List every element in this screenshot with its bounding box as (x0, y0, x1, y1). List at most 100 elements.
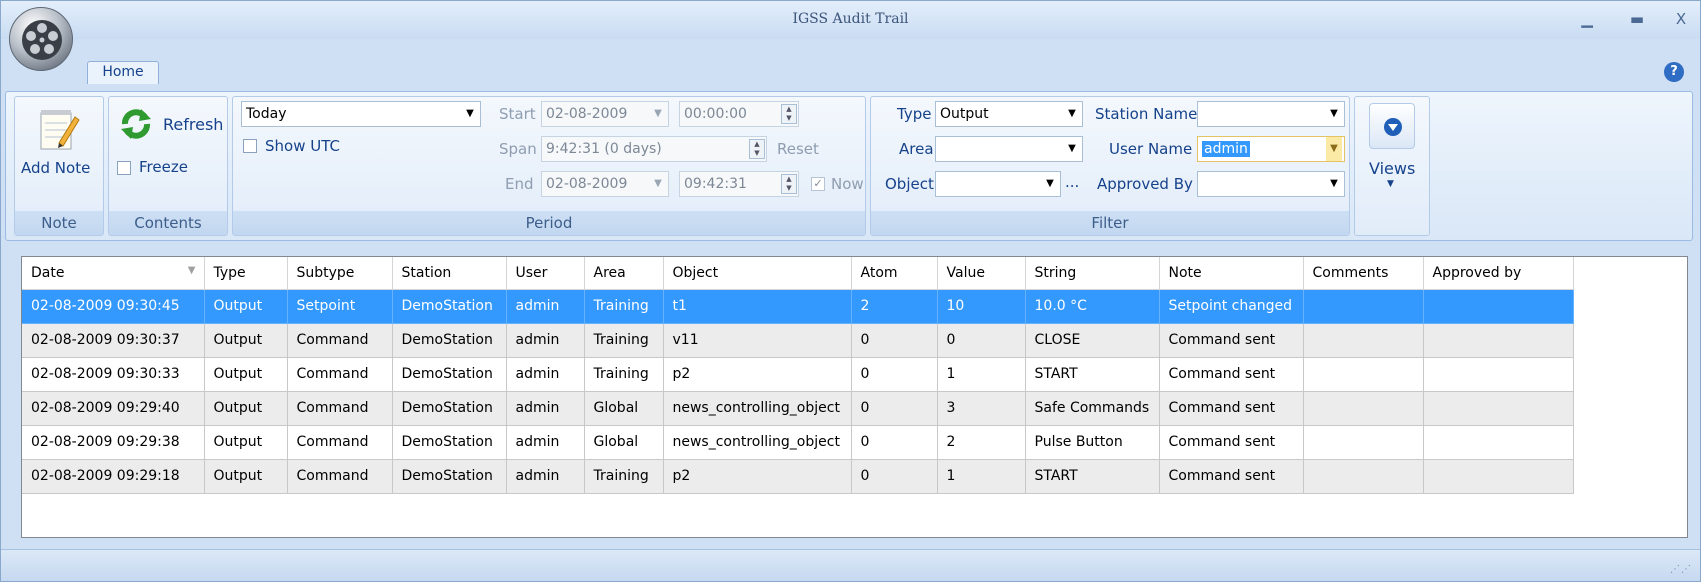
station-name-select[interactable]: ▼ (1197, 101, 1345, 127)
table-cell: Command sent (1159, 323, 1304, 358)
table-cell: 1 (937, 459, 1026, 494)
type-select-value: Output (940, 106, 989, 122)
area-label: Area (899, 140, 934, 158)
table-cell: admin (506, 289, 585, 324)
type-select[interactable]: Output ▼ (935, 101, 1083, 127)
range-select[interactable]: Today ▼ (241, 101, 481, 127)
column-header-date[interactable]: Date ▼ (22, 257, 205, 290)
table-cell: 10.0 °C (1025, 289, 1160, 324)
table-cell: Command sent (1159, 459, 1304, 494)
show-utc-checkbox[interactable] (243, 139, 257, 153)
table-cell: admin (506, 391, 585, 426)
start-date-value: 02-08-2009 (546, 106, 628, 122)
views-button[interactable]: Views ▼ (1354, 96, 1430, 236)
chevron-down-icon: ▼ (654, 178, 662, 189)
span-field[interactable]: 9:42:31 (0 days) ▲ ▼ (541, 136, 767, 162)
table-cell (1423, 357, 1574, 392)
tab-home[interactable]: Home (87, 61, 159, 84)
refresh-button[interactable]: Refresh (115, 105, 225, 145)
table-cell: Output (204, 323, 288, 358)
table-cell: Global (584, 425, 664, 460)
sort-descending-icon: ▼ (187, 264, 196, 276)
area-select[interactable]: ▼ (935, 136, 1083, 162)
app-menu-button[interactable] (9, 7, 73, 71)
table-cell (1423, 323, 1574, 358)
table-row[interactable]: 02-08-2009 09:30:33 Output Command DemoStat… (22, 357, 1574, 392)
group-period-caption: Period (233, 211, 865, 235)
table-cell: Global (584, 391, 664, 426)
approved-by-label: Approved By (1097, 175, 1193, 193)
chevron-down-icon: ▼ (1326, 137, 1342, 161)
views-label: Views (1369, 159, 1416, 178)
end-date-field[interactable]: 02-08-2009 ▼ (541, 171, 669, 197)
table-cell: Command sent (1159, 391, 1304, 426)
table-cell: 02-08-2009 09:29:38 (22, 425, 205, 460)
range-select-value: Today (246, 106, 287, 122)
table-cell: 0 (851, 357, 938, 392)
minimize-button[interactable]: ▁ (1567, 7, 1607, 31)
column-header-user[interactable]: User (506, 257, 585, 290)
table-row[interactable]: 02-08-2009 09:29:18 Output Command DemoStat… (22, 459, 1574, 494)
chevron-down-icon: ▼ (1330, 178, 1338, 189)
chevron-down-icon: ▼ (654, 108, 662, 119)
user-name-select[interactable]: admin ▼ (1197, 136, 1345, 162)
table-cell: Command (287, 425, 393, 460)
status-bar: ⋰⋰ (1, 549, 1700, 581)
table-cell: CLOSE (1025, 323, 1160, 358)
column-header-comments[interactable]: Comments (1303, 257, 1424, 290)
maximize-button[interactable]: ▬ (1617, 7, 1657, 31)
refresh-label: Refresh (163, 115, 224, 134)
table-cell: t1 (663, 289, 852, 324)
resize-grip-icon[interactable]: ⋰⋰ (1670, 564, 1692, 575)
table-cell: Output (204, 391, 288, 426)
column-header-station[interactable]: Station (392, 257, 507, 290)
table-cell: 0 (851, 323, 938, 358)
table-row[interactable]: 02-08-2009 09:29:38 Output Command DemoStat… (22, 425, 1574, 460)
object-select[interactable]: ▼ (935, 171, 1061, 197)
close-button[interactable]: X (1661, 7, 1701, 31)
end-time-field[interactable]: 09:42:31 ▲ ▼ (679, 171, 799, 197)
table-cell: 02-08-2009 09:30:45 (22, 289, 205, 324)
column-header-atom[interactable]: Atom (851, 257, 938, 290)
table-cell: Output (204, 357, 288, 392)
column-header-object[interactable]: Object (663, 257, 852, 290)
show-utc-label: Show UTC (265, 137, 340, 155)
start-time-field[interactable]: 00:00:00 ▲ ▼ (679, 101, 799, 127)
table-cell: 2 (937, 425, 1026, 460)
start-label: Start (499, 105, 536, 123)
table-cell: START (1025, 459, 1160, 494)
add-note-button[interactable]: Add Note (19, 101, 101, 201)
start-date-field[interactable]: 02-08-2009 ▼ (541, 101, 669, 127)
column-header-type[interactable]: Type (204, 257, 288, 290)
chevron-down-icon: ▼ (1330, 108, 1338, 119)
table-cell: v11 (663, 323, 852, 358)
table-cell: 02-08-2009 09:30:37 (22, 323, 205, 358)
chevron-down-icon: ▼ (466, 108, 474, 119)
object-browse-button[interactable]: ... (1065, 173, 1079, 191)
column-header-subtype[interactable]: Subtype (287, 257, 393, 290)
column-header-value[interactable]: Value (937, 257, 1026, 290)
spinner-icon[interactable]: ▲ ▼ (781, 104, 797, 124)
column-header-string[interactable]: String (1025, 257, 1160, 290)
group-note-caption: Note (15, 211, 103, 235)
spinner-icon[interactable]: ▲ ▼ (781, 174, 797, 194)
help-icon[interactable]: ? (1664, 62, 1684, 82)
table-row[interactable]: 02-08-2009 09:30:45 Output Setpoint DemoSta… (22, 289, 1574, 324)
approved-by-select[interactable]: ▼ (1197, 171, 1345, 197)
spinner-icon[interactable]: ▲ ▼ (749, 139, 765, 159)
now-checkbox[interactable]: ✓ (811, 177, 825, 191)
notepad-icon (40, 110, 80, 150)
table-cell: news_controlling_object (663, 391, 852, 426)
table-row[interactable]: 02-08-2009 09:30:37 Output Command DemoStat… (22, 323, 1574, 358)
reset-button[interactable]: Reset (777, 140, 819, 158)
arrow-down-circle-icon (1384, 118, 1402, 136)
table-row[interactable]: 02-08-2009 09:29:40 Output Command DemoStat… (22, 391, 1574, 426)
group-filter: Type Output ▼ Area ▼ Object ▼ ... Statio… (870, 96, 1350, 236)
column-header-area[interactable]: Area (584, 257, 664, 290)
column-header-approved-by[interactable]: Approved by (1423, 257, 1574, 290)
column-header-note[interactable]: Note (1159, 257, 1304, 290)
freeze-checkbox[interactable] (117, 161, 131, 175)
table-cell: 0 (851, 459, 938, 494)
table-cell: 02-08-2009 09:29:40 (22, 391, 205, 426)
group-note: Add Note Note (14, 96, 104, 236)
